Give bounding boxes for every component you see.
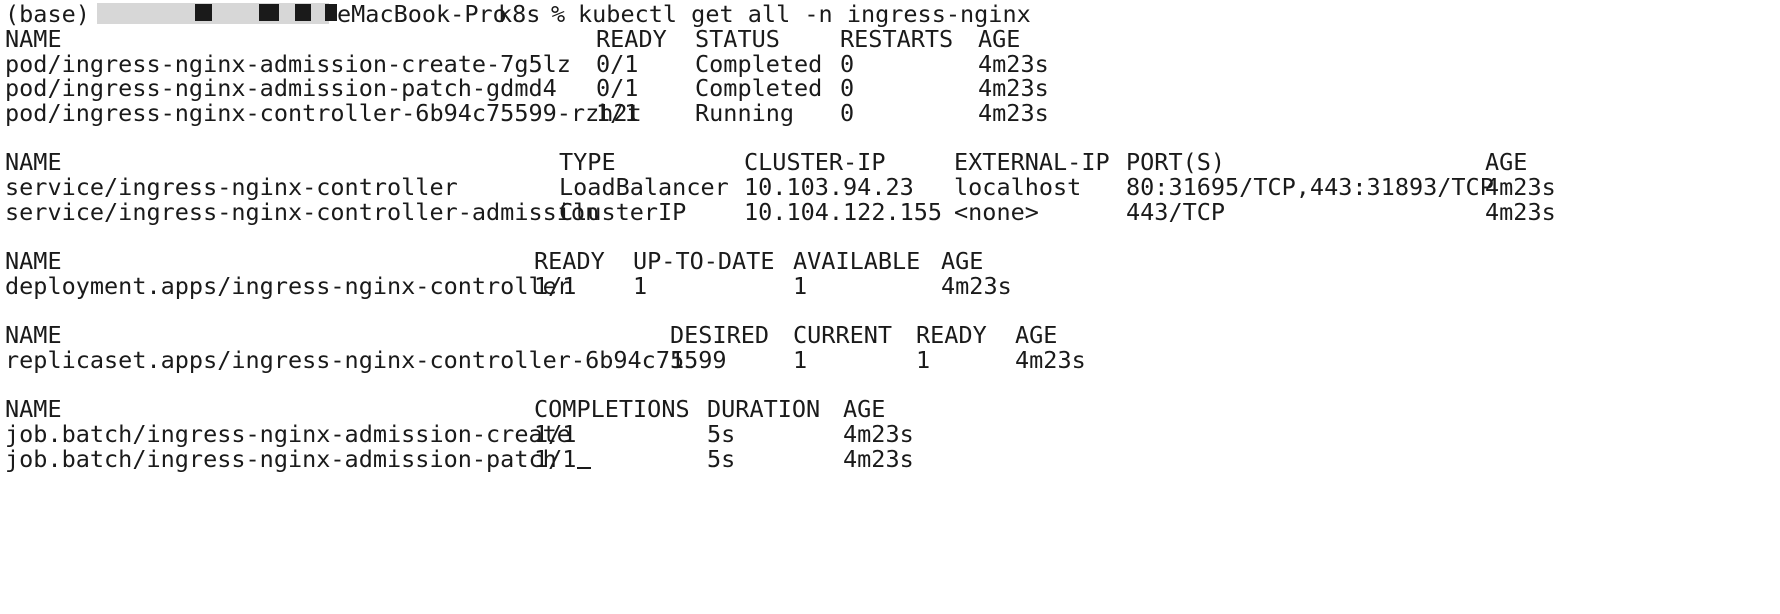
pod-ready: 0/1 [596, 74, 639, 102]
column-header: AGE [941, 247, 984, 275]
deployments-header-row: NAME READY UP-TO-DATE AVAILABLE AGE [5, 247, 1775, 275]
column-header: UP-TO-DATE [633, 247, 775, 275]
pod-restarts: 0 [840, 99, 855, 127]
service-age: 4m23s [1485, 198, 1556, 226]
current-directory: k8s [498, 0, 541, 28]
job-duration: 5s [707, 445, 736, 473]
deployment-ready: 1/1 [534, 272, 577, 300]
redaction-mark [325, 4, 337, 21]
column-header: AGE [1015, 321, 1058, 349]
pod-name: pod/ingress-nginx-controller-6b94c75599-… [5, 99, 642, 127]
table-row: deployment.apps/ingress-nginx-controller… [5, 272, 1775, 300]
table-row: service/ingress-nginx-controller LoadBal… [5, 173, 1775, 201]
column-header: DESIRED [670, 321, 770, 349]
column-header: EXTERNAL-IP [954, 148, 1110, 176]
pod-name: pod/ingress-nginx-admission-patch-gdmd4 [5, 74, 557, 102]
job-name: job.batch/ingress-nginx-admission-patch [5, 445, 557, 473]
column-header: DURATION [707, 395, 821, 423]
column-header: AVAILABLE [793, 247, 921, 275]
column-header: AGE [1485, 148, 1528, 176]
column-header: NAME [5, 395, 62, 423]
service-external-ip: localhost [954, 173, 1082, 201]
job-age: 4m23s [843, 420, 914, 448]
replicaset-name: replicaset.apps/ingress-nginx-controller… [5, 346, 727, 374]
table-row: service/ingress-nginx-controller-admissi… [5, 198, 1775, 226]
table-row: pod/ingress-nginx-admission-patch-gdmd4 … [5, 74, 1775, 102]
column-header: NAME [5, 25, 62, 53]
job-duration: 5s [707, 420, 736, 448]
column-header: NAME [5, 321, 62, 349]
job-age: 4m23s [843, 445, 914, 473]
column-header: CURRENT [793, 321, 893, 349]
pod-status: Running [695, 99, 795, 127]
deployment-age: 4m23s [941, 272, 1012, 300]
table-row: job.batch/ingress-nginx-admission-patch … [5, 445, 1775, 473]
pod-age: 4m23s [978, 74, 1049, 102]
redaction-mark [195, 4, 212, 21]
job-completions: 1/1 [534, 420, 577, 448]
column-header: PORT(S) [1126, 148, 1226, 176]
column-header: READY [916, 321, 987, 349]
replicaset-age: 4m23s [1015, 346, 1086, 374]
service-ports: 443/TCP [1126, 198, 1226, 226]
service-name: service/ingress-nginx-controller-admissi… [5, 198, 600, 226]
service-type: LoadBalancer [559, 173, 729, 201]
service-name: service/ingress-nginx-controller [5, 173, 458, 201]
pod-restarts: 0 [840, 74, 855, 102]
conda-env: (base) [5, 0, 90, 28]
pod-age: 4m23s [978, 99, 1049, 127]
service-cluster-ip: 10.104.122.155 [744, 198, 943, 226]
service-external-ip: <none> [954, 198, 1039, 226]
replicaset-current: 1 [793, 346, 808, 374]
prompt-symbol: % [551, 0, 566, 28]
table-row: replicaset.apps/ingress-nginx-controller… [5, 346, 1775, 374]
deployment-name: deployment.apps/ingress-nginx-controller [5, 272, 571, 300]
redaction-mark [259, 4, 279, 21]
prompt-line: (base) eMacBook-Pro k8s % kubectl get al… [5, 0, 1775, 28]
column-header: STATUS [695, 25, 780, 53]
service-ports: 80:31695/TCP,443:31893/TCP [1126, 173, 1494, 201]
jobs-header-row: NAME COMPLETIONS DURATION AGE [5, 395, 1775, 423]
job-completions-with-cursor: 1/1 [534, 445, 592, 473]
text-cursor [577, 467, 592, 469]
column-header: NAME [5, 148, 62, 176]
service-cluster-ip: 10.103.94.23 [744, 173, 914, 201]
redaction-mark [295, 4, 311, 21]
services-header-row: NAME TYPE CLUSTER-IP EXTERNAL-IP PORT(S)… [5, 148, 1775, 176]
column-header: READY [534, 247, 605, 275]
command-text: kubectl get all -n ingress-nginx [578, 0, 1031, 28]
pod-ready: 1/1 [596, 99, 639, 127]
table-row: job.batch/ingress-nginx-admission-create… [5, 420, 1775, 448]
hostname: eMacBook-Pro [337, 0, 507, 28]
deployment-up-to-date: 1 [633, 272, 648, 300]
replicaset-ready: 1 [916, 346, 931, 374]
replicasets-header-row: NAME DESIRED CURRENT READY AGE [5, 321, 1775, 349]
column-header: COMPLETIONS [534, 395, 690, 423]
service-age: 4m23s [1485, 173, 1556, 201]
column-header: RESTARTS [840, 25, 954, 53]
replicaset-desired: 1 [670, 346, 685, 374]
job-completions: 1/1 [534, 445, 577, 473]
pod-status: Completed [695, 74, 823, 102]
deployment-available: 1 [793, 272, 808, 300]
column-header: CLUSTER-IP [744, 148, 886, 176]
service-type: ClusterIP [559, 198, 687, 226]
column-header: NAME [5, 247, 62, 275]
column-header: AGE [978, 25, 1021, 53]
pods-header-row: NAME READY STATUS RESTARTS AGE [5, 25, 1775, 53]
table-row: pod/ingress-nginx-controller-6b94c75599-… [5, 99, 1775, 127]
job-name: job.batch/ingress-nginx-admission-create [5, 420, 571, 448]
column-header: READY [596, 25, 667, 53]
terminal-window[interactable]: (base) eMacBook-Pro k8s % kubectl get al… [0, 0, 1780, 534]
column-header: AGE [843, 395, 886, 423]
column-header: TYPE [559, 148, 616, 176]
